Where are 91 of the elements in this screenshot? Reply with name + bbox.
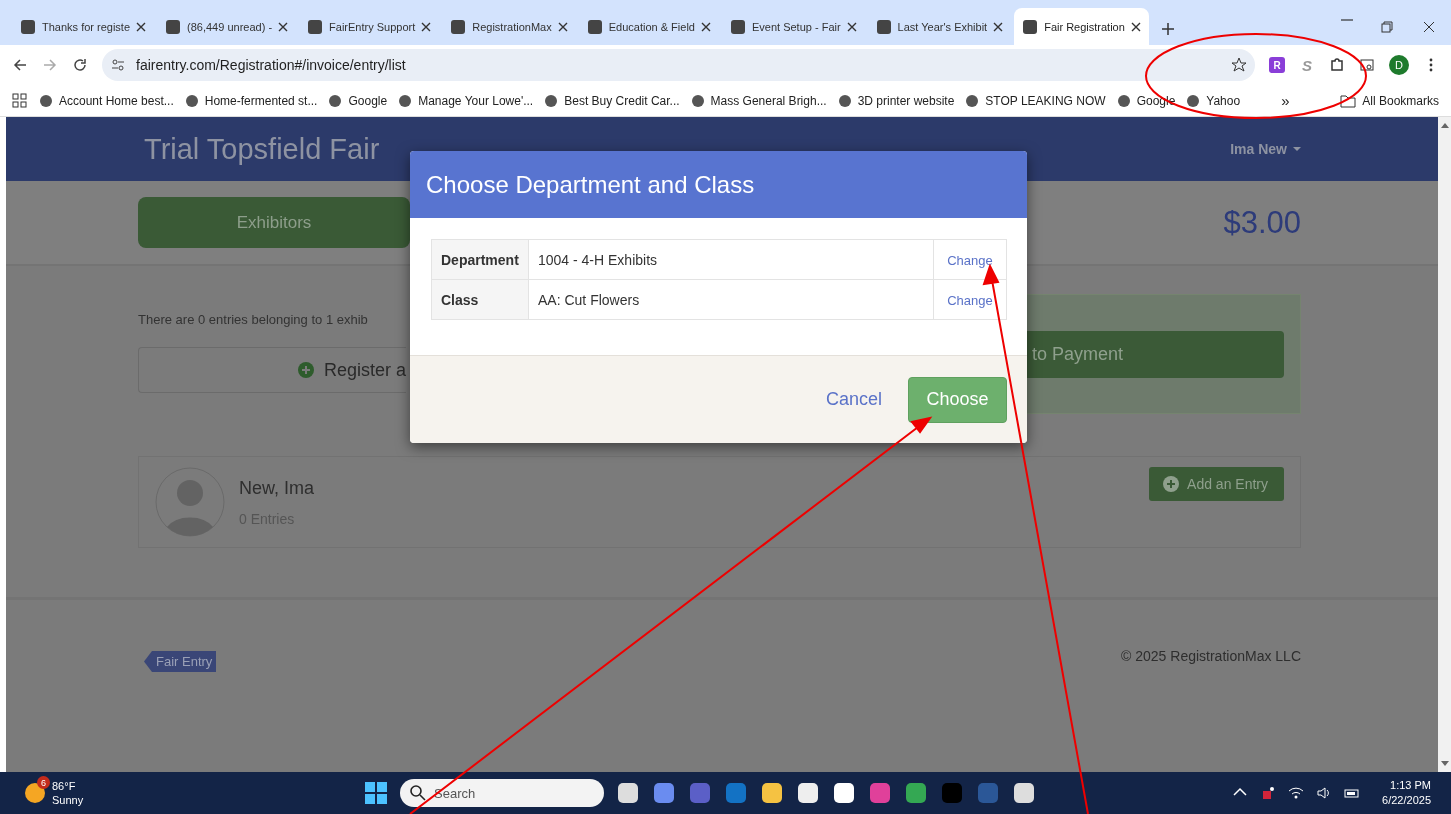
- start-icon: [364, 781, 388, 805]
- field-label: Class: [431, 279, 529, 320]
- apps-grid-icon: [12, 92, 28, 109]
- exhibitor-name: New, Ima: [239, 477, 315, 499]
- tab-icon: [165, 18, 182, 35]
- clock-time[interactable]: 1:13 PM: [1382, 778, 1431, 793]
- cancel-link[interactable]: Cancel: [825, 389, 882, 410]
- clock-date[interactable]: 6/22/2025: [1382, 793, 1431, 808]
- puzzle-icon: [1329, 57, 1345, 73]
- close-tab-icon: [1130, 21, 1141, 32]
- tab-icon: [1022, 18, 1039, 35]
- forward-icon: [42, 57, 58, 73]
- search-field[interactable]: Search: [400, 779, 604, 807]
- bookmark-icon: [837, 93, 852, 108]
- bookmark-icon: [690, 93, 705, 108]
- scroll-up-icon: [1439, 121, 1450, 129]
- browser-tab[interactable]: Education & Field: [578, 8, 719, 45]
- temperature: 86°F: [52, 779, 77, 793]
- field-value: AA: Cut Flowers: [528, 279, 934, 320]
- bookmark-icon: [328, 93, 343, 108]
- close-tab-icon: [136, 21, 147, 32]
- profile-avatar[interactable]: D: [1389, 55, 1409, 75]
- tab-icon: [875, 18, 892, 35]
- fair-entry-logo: Fair Entry: [144, 651, 217, 672]
- bookmark-link[interactable]: Mass General Brigh...: [710, 93, 827, 108]
- bookmark-icon: [544, 93, 559, 108]
- wifi-icon: [1288, 785, 1305, 801]
- bookmark-link[interactable]: STOP LEAKING NOW: [985, 93, 1106, 108]
- new-tab-icon: [1159, 21, 1176, 37]
- close-tab-icon: [846, 21, 857, 32]
- all-bookmarks-link[interactable]: All Bookmarks: [1362, 93, 1439, 108]
- search-icon: [410, 785, 426, 801]
- avatar-silhouette-icon: [155, 467, 225, 537]
- address-bar[interactable]: fairentry.com/Registration#/invoice/entry/list: [102, 49, 1255, 81]
- bookmark-link[interactable]: 3D printer website: [857, 93, 955, 108]
- app-tray-icon: [1260, 785, 1277, 801]
- back-icon: [12, 57, 28, 73]
- plus-circle-icon: [297, 362, 314, 378]
- close-tab-icon: [421, 21, 432, 32]
- close-tab-icon: [557, 21, 568, 32]
- entries-summary: There are 0 entries belonging to 1 exhib: [138, 312, 369, 327]
- bookmark-link[interactable]: Account Home best...: [59, 93, 174, 108]
- bookmark-icon: [1116, 93, 1131, 108]
- site-title: Trial Topsfield Fair: [144, 132, 380, 166]
- notification-badge: 6: [37, 776, 50, 789]
- caret-icon: [1293, 147, 1301, 151]
- bookmark-icon: [184, 93, 199, 108]
- tab-icon: [307, 18, 324, 35]
- close-tab-icon: [278, 21, 289, 32]
- plus-circle-icon: [1163, 476, 1180, 492]
- bookmark-icon: [965, 93, 980, 108]
- browser-tab[interactable]: Last Year's Exhibit: [867, 8, 1012, 45]
- tab-icon: [729, 18, 746, 35]
- reload-icon: [72, 57, 88, 73]
- extension-icon[interactable]: R: [1269, 57, 1285, 73]
- weather-condition: Sunny: [52, 793, 84, 807]
- field-value: 1004 - 4-H Exhibits: [528, 239, 934, 280]
- bookmark-icon: [1186, 93, 1201, 108]
- total-amount: $3.00: [1223, 204, 1301, 241]
- sun-icon: [24, 782, 46, 804]
- bookmark-icon: [398, 93, 413, 108]
- browser-tab[interactable]: (86,449 unread) -: [157, 8, 297, 45]
- bookmark-link[interactable]: Best Buy Credit Car...: [564, 93, 680, 108]
- close-tab-icon: [700, 21, 711, 32]
- site-settings-icon: [110, 57, 126, 73]
- bookmark-icon: [39, 93, 53, 108]
- browser-tab[interactable]: Event Setup - Fair: [721, 8, 865, 45]
- field-label: Department: [431, 239, 529, 280]
- more-bookmarks-button[interactable]: »: [1281, 92, 1290, 109]
- minimize-icon: [1341, 19, 1353, 21]
- bookmark-link[interactable]: Google: [348, 93, 388, 108]
- close-tab-icon: [993, 21, 1004, 32]
- tab-icon: [586, 18, 603, 35]
- browser-tab[interactable]: Fair Registration: [1014, 8, 1149, 45]
- user-menu[interactable]: Ima New: [1230, 141, 1301, 157]
- tab-icon: [20, 18, 36, 35]
- scroll-down-icon: [1439, 760, 1450, 768]
- browser-tab[interactable]: RegistrationMax: [442, 8, 576, 45]
- tab-icon: [450, 18, 467, 35]
- star-icon: [1231, 57, 1247, 73]
- restore-icon: [1379, 19, 1395, 35]
- bookmark-link[interactable]: Manage Your Lowe'...: [418, 93, 534, 108]
- dialog-title: Choose Department and Class: [410, 151, 1027, 218]
- search-page-icon: [1359, 57, 1375, 73]
- browser-tab[interactable]: Thanks for registe: [12, 8, 155, 45]
- browser-tab[interactable]: FairEntry Support: [299, 8, 440, 45]
- scrollbar[interactable]: [1438, 117, 1451, 772]
- close-icon: [1421, 19, 1437, 35]
- bookmark-link[interactable]: Yahoo: [1206, 93, 1241, 108]
- copyright: © 2025 RegistrationMax LLC: [1121, 648, 1301, 664]
- bookmark-link[interactable]: Home-fermented st...: [204, 93, 318, 108]
